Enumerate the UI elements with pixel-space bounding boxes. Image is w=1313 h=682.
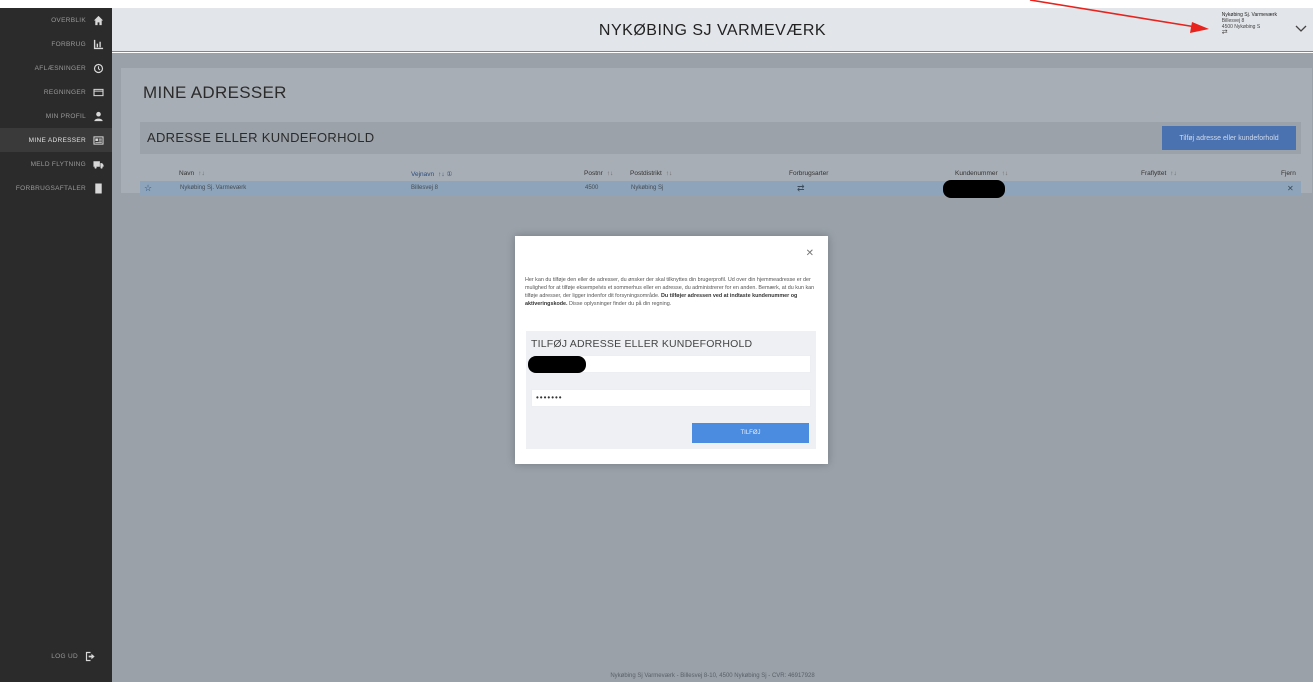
column-header-postnr[interactable]: Postnr ↑↓: [584, 170, 613, 177]
redacted-customer-number: [528, 356, 586, 373]
account-switcher[interactable]: Nykøbing Sj. Varmeværk Billesvej 8 4500 …: [1222, 12, 1277, 36]
home-icon: [92, 14, 104, 26]
add-address-modal: ✕ Her kan du tilføje den eller de adress…: [515, 236, 828, 464]
logout-button[interactable]: LOG UD: [51, 644, 104, 668]
page-title: MINE ADRESSER: [143, 83, 287, 102]
sidebar-item-label: REGNINGER: [43, 88, 86, 96]
sidebar: OVERBLIK FORBRUG AFLÆSNINGER REGNINGER M…: [0, 8, 112, 682]
chevron-down-icon[interactable]: [1295, 24, 1307, 34]
close-icon[interactable]: ✕: [806, 248, 814, 259]
clock-icon: [92, 62, 104, 74]
column-header-kundenummer[interactable]: Kundenummer ↑↓: [955, 170, 1008, 177]
top-header: NYKØBING SJ VARMEVÆRK Nykøbing Sj. Varme…: [112, 8, 1313, 52]
form-title: TILFØJ ADRESSE ELLER KUNDEFORHOLD: [531, 338, 753, 350]
user-icon: [92, 110, 104, 122]
redacted-customer-number: [943, 180, 1005, 198]
footer: Nykøbing Sj Varmeværk - Billesvej 8-10, …: [610, 673, 815, 679]
exchange-icon: ⇄: [797, 183, 805, 193]
remove-button[interactable]: ✕: [1287, 184, 1294, 193]
modal-description: Her kan du tilføje den eller de adresser…: [525, 277, 815, 307]
add-address-form: TILFØJ ADRESSE ELLER KUNDEFORHOLD ••••••…: [526, 331, 816, 449]
column-header-fjern: Fjern: [1281, 170, 1296, 177]
cell-vejnavn: Billesvej 8: [411, 185, 439, 191]
sort-icon: ↑↓: [198, 170, 205, 177]
star-icon[interactable]: ☆: [144, 183, 152, 194]
app-title: NYKØBING SJ VARMEVÆRK: [598, 22, 827, 39]
column-header-vejnavn[interactable]: Vejnavn ↑↓ ①: [411, 170, 452, 178]
id-card-icon: [92, 134, 104, 146]
sort-icon: ↑↓: [1001, 170, 1009, 177]
cell-postdistrikt: Nykøbing Sj: [631, 185, 664, 191]
column-header-forbrugsarter: Forbrugsarter: [789, 170, 829, 177]
add-address-button[interactable]: Tilføj adresse eller kundeforhold: [1162, 126, 1296, 150]
sidebar-item-aflaesninger[interactable]: AFLÆSNINGER: [0, 56, 112, 80]
cell-navn: Nykøbing Sj. Varmeværk: [180, 185, 247, 191]
sidebar-item-label: AFLÆSNINGER: [34, 64, 86, 72]
sort-icon: ↑↓: [1170, 170, 1177, 177]
sidebar-item-label: FORBRUGSAFTALER: [15, 184, 86, 192]
sidebar-item-min-profil[interactable]: MIN PROFIL: [0, 104, 112, 128]
chart-icon: [92, 38, 104, 50]
logout-label: LOG UD: [51, 652, 78, 660]
sidebar-item-overblik[interactable]: OVERBLIK: [0, 8, 112, 32]
cell-postnr: 4500: [585, 185, 599, 191]
column-header-navn[interactable]: Navn ↑↓: [179, 170, 205, 177]
sort-icon: ↑↓ ①: [438, 171, 453, 178]
sign-out-icon: [84, 650, 96, 662]
submit-button[interactable]: TILFØJ: [692, 423, 809, 443]
sidebar-item-label: MELD FLYTNING: [30, 160, 86, 168]
column-header-postdistrikt[interactable]: Postdistrikt ↑↓: [630, 170, 672, 177]
document-icon: [92, 182, 104, 194]
sidebar-item-forbrug[interactable]: FORBRUG: [0, 32, 112, 56]
sidebar-item-regninger[interactable]: REGNINGER: [0, 80, 112, 104]
sort-icon: ↑↓: [665, 170, 673, 177]
section-title: ADRESSE ELLER KUNDEFORHOLD: [147, 130, 375, 145]
activation-code-field[interactable]: •••••••: [531, 389, 811, 407]
table-row[interactable]: [140, 181, 1301, 196]
sidebar-item-label: MIN PROFIL: [45, 112, 86, 120]
sidebar-item-label: MINE ADRESSER: [28, 136, 86, 144]
truck-icon: [92, 158, 104, 170]
sidebar-item-meld-flytning[interactable]: MELD FLYTNING: [0, 152, 112, 176]
sidebar-item-label: FORBRUG: [51, 40, 86, 48]
exchange-icon: ⇄: [1221, 29, 1228, 36]
sidebar-item-forbrugsaftaler[interactable]: FORBRUGSAFTALER: [0, 176, 112, 200]
sidebar-item-label: OVERBLIK: [51, 16, 86, 24]
sort-icon: ↑↓: [606, 170, 614, 177]
sidebar-item-mine-adresser[interactable]: MINE ADRESSER: [0, 128, 112, 152]
column-header-fraflyttet[interactable]: Fraflyttet ↑↓: [1141, 170, 1177, 177]
card-icon: [92, 86, 104, 98]
